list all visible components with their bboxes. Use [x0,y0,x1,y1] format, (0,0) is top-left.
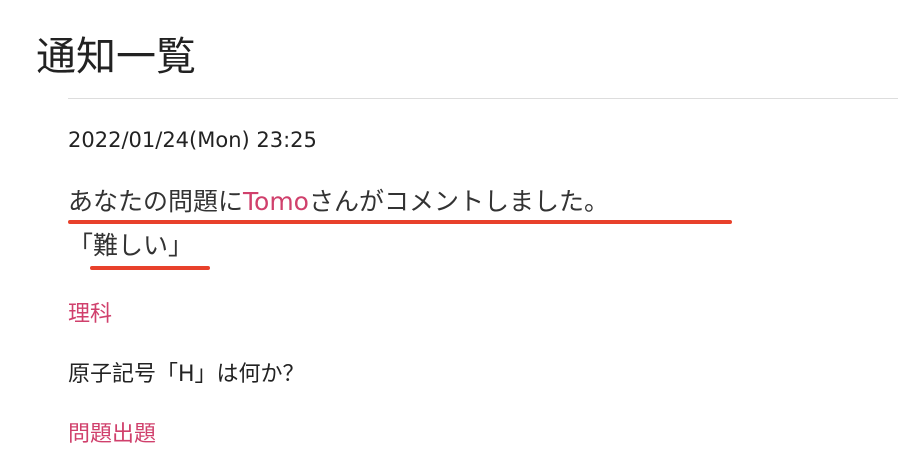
notification-datetime: 2022/01/24(Mon) 23:25 [68,128,317,152]
question-text: 原子記号「H」は何か？ [68,362,305,387]
notification-message: あなたの問題にTomoさんがコメントしました。 [68,182,609,218]
annotation-underline [68,220,732,224]
user-link[interactable]: Tomo [243,187,309,216]
question-link[interactable]: 問題出題 [68,416,156,448]
page-title: 通知一覧 [36,34,196,80]
divider [68,98,898,99]
message-prefix: あなたの問題に [68,187,244,216]
comment-text: 「難しい」 [68,231,194,260]
message-suffix: さんがコメントしました。 [308,187,609,216]
category-link[interactable]: 理科 [68,296,112,328]
annotation-underline [90,266,210,270]
